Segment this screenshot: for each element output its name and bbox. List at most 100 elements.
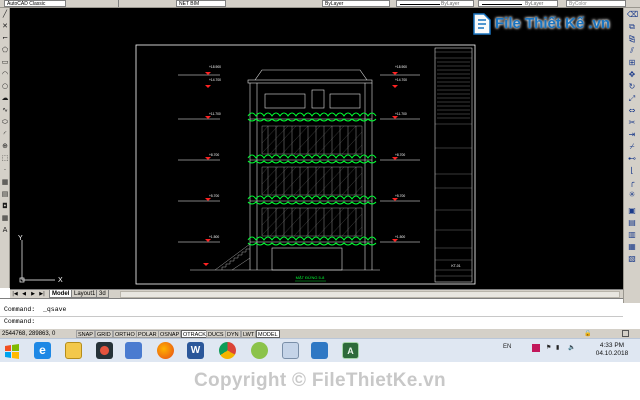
rotate-icon[interactable]: ↻ [627,82,637,92]
gradient-icon[interactable]: ▤ [1,190,9,198]
command-prompt[interactable]: Command: [4,318,35,326]
command-divider [0,316,623,317]
layer-properties-icon[interactable]: ▤ [627,218,637,228]
chrome-icon[interactable] [219,342,236,359]
linetype-label: ByLayer [441,1,460,7]
line-icon[interactable]: ╱ [1,10,9,18]
lineweight-dropdown[interactable]: ByLayer [478,0,558,7]
lwt-toggle[interactable]: LWT [241,330,257,338]
tab-layout1[interactable]: Layout1 [71,290,99,298]
grid-toggle[interactable]: GRID [95,330,113,338]
draworder-icon[interactable]: ▣ [627,206,637,216]
otrack-toggle[interactable]: OTRACK [181,330,208,338]
join-icon[interactable]: ⊷ [627,154,637,164]
polar-toggle[interactable]: POLAR [136,330,159,338]
autocad-taskbar-icon[interactable]: A [342,342,359,359]
system-clock[interactable]: 4:33 PM 04.10.2018 [592,342,632,358]
array-icon[interactable]: ⊞ [627,58,637,68]
erase-icon[interactable]: ⌫ [627,10,638,20]
color-dropdown[interactable]: ByLayer [322,0,390,7]
remote-desktop-icon[interactable] [311,342,328,359]
file-manager-icon[interactable] [125,342,142,359]
layer-isolate-icon[interactable]: ▦ [627,242,637,252]
language-indicator[interactable]: EN [503,344,511,350]
snap-toggle[interactable]: SNAP [76,330,95,338]
polygon-icon[interactable]: ⬠ [1,46,9,54]
explode-icon[interactable]: ✳ [627,190,637,200]
osnap-toggle[interactable]: OSNAP [158,330,182,338]
layer-off-icon[interactable]: ▧ [627,254,637,264]
green-app-icon[interactable] [251,342,268,359]
point-icon[interactable]: · [1,166,9,174]
rectangle-icon[interactable]: ▭ [1,58,9,66]
fillet-icon[interactable]: ╭ [627,178,637,188]
extend-icon[interactable]: ⇥ [627,130,637,140]
tray-app-icon[interactable] [532,344,540,352]
ortho-toggle[interactable]: ORTHO [113,330,137,338]
make-block-icon[interactable]: ⬚ [1,154,9,162]
tab-model[interactable]: Model [49,290,73,298]
word-icon[interactable]: W [187,342,204,359]
workspace-dropdown[interactable]: AutoCAD Classic [4,0,66,7]
offset-icon[interactable]: ⫽ [627,46,637,56]
construction-line-icon[interactable]: ✕ [1,22,9,30]
next-tab-button[interactable]: ▶ [29,291,37,298]
elevation-title: MẶT ĐỨNG 5-8 [296,275,325,280]
site-logo: File Thiết Kế .vn [470,12,615,38]
scale-icon[interactable]: ⤢ [627,94,637,104]
arc-icon[interactable]: ◠ [1,70,9,78]
firefox-icon[interactable] [157,342,174,359]
trim-icon[interactable]: ✂ [627,118,637,128]
table-icon[interactable]: ▦ [1,214,9,222]
ellipse-icon[interactable]: ⬭ [1,118,9,126]
stretch-icon[interactable]: ⇔ [627,106,637,116]
windows-taskbar: e W A EN ⚑ ▮ 🔈 4:33 PM 04.10.2018 [0,338,640,362]
mirror-icon[interactable]: ⧎ [627,34,637,44]
plotstyle-dropdown[interactable]: ByColor [566,0,626,7]
dyn-toggle[interactable]: DYN [225,330,241,338]
move-icon[interactable]: ✥ [627,70,637,80]
drawing-svg: KT-01 +18.900 +14.700 +11.700 +8.700 +5.… [18,44,476,285]
model-space-canvas[interactable]: KT-01 +18.900 +14.700 +11.700 +8.700 +5.… [10,8,623,289]
linetype-dropdown[interactable]: ByLayer [396,0,474,7]
region-icon[interactable]: ◘ [1,202,9,210]
ducs-toggle[interactable]: DUCS [206,330,226,338]
level-label: +1.500 [395,235,405,239]
command-window: Command: _qsave Command: [0,298,623,328]
title-block [434,47,473,283]
insert-block-icon[interactable]: ⊕ [1,142,9,150]
revision-cloud-icon[interactable]: ☁ [1,94,9,102]
file-explorer-icon[interactable] [65,342,82,359]
hatch-icon[interactable]: ▦ [1,178,9,186]
volume-icon[interactable]: 🔈 [568,344,575,351]
network-icon[interactable]: ▮ [556,344,559,351]
cleanscreen-icon[interactable] [622,330,629,337]
dimstyle-dropdown[interactable]: NET BIM [176,0,226,7]
ucs-icon [19,240,55,283]
flag-icon[interactable]: ⚑ [546,344,551,351]
windows-start-icon[interactable] [2,341,22,361]
model-toggle[interactable]: MODEL [256,330,280,338]
chamfer-icon[interactable]: ⌊ [627,166,637,176]
lock-icon[interactable]: 🔒 [584,330,591,337]
title-block-sheet-number: KT-01 [451,264,460,268]
break-icon[interactable]: ⌿ [627,142,637,152]
circle-icon[interactable]: ○ [1,82,9,90]
internet-explorer-icon[interactable]: e [34,342,51,359]
layer-previous-icon[interactable]: ▥ [627,230,637,240]
layout-tabs-bar: |◀ ◀ ▶ ▶| Model Layout1 3d [10,289,623,298]
ellipse-arc-icon[interactable]: ◜ [1,130,9,138]
tab-3d[interactable]: 3d [96,290,109,298]
copy-icon[interactable]: ⧉ [627,22,637,32]
previous-tab-button[interactable]: ◀ [20,291,28,298]
last-tab-button[interactable]: ▶| [38,291,46,298]
spline-icon[interactable]: ∿ [1,106,9,114]
paint-icon[interactable] [282,342,299,359]
media-player-icon[interactable] [96,342,113,359]
horizontal-scrollbar[interactable] [120,291,620,298]
polyline-icon[interactable]: ⌐ [1,34,9,42]
first-tab-button[interactable]: |◀ [11,291,19,298]
level-label: +1.500 [209,235,219,239]
multiline-text-icon[interactable]: A [1,226,9,234]
level-label: +8.700 [395,153,405,157]
